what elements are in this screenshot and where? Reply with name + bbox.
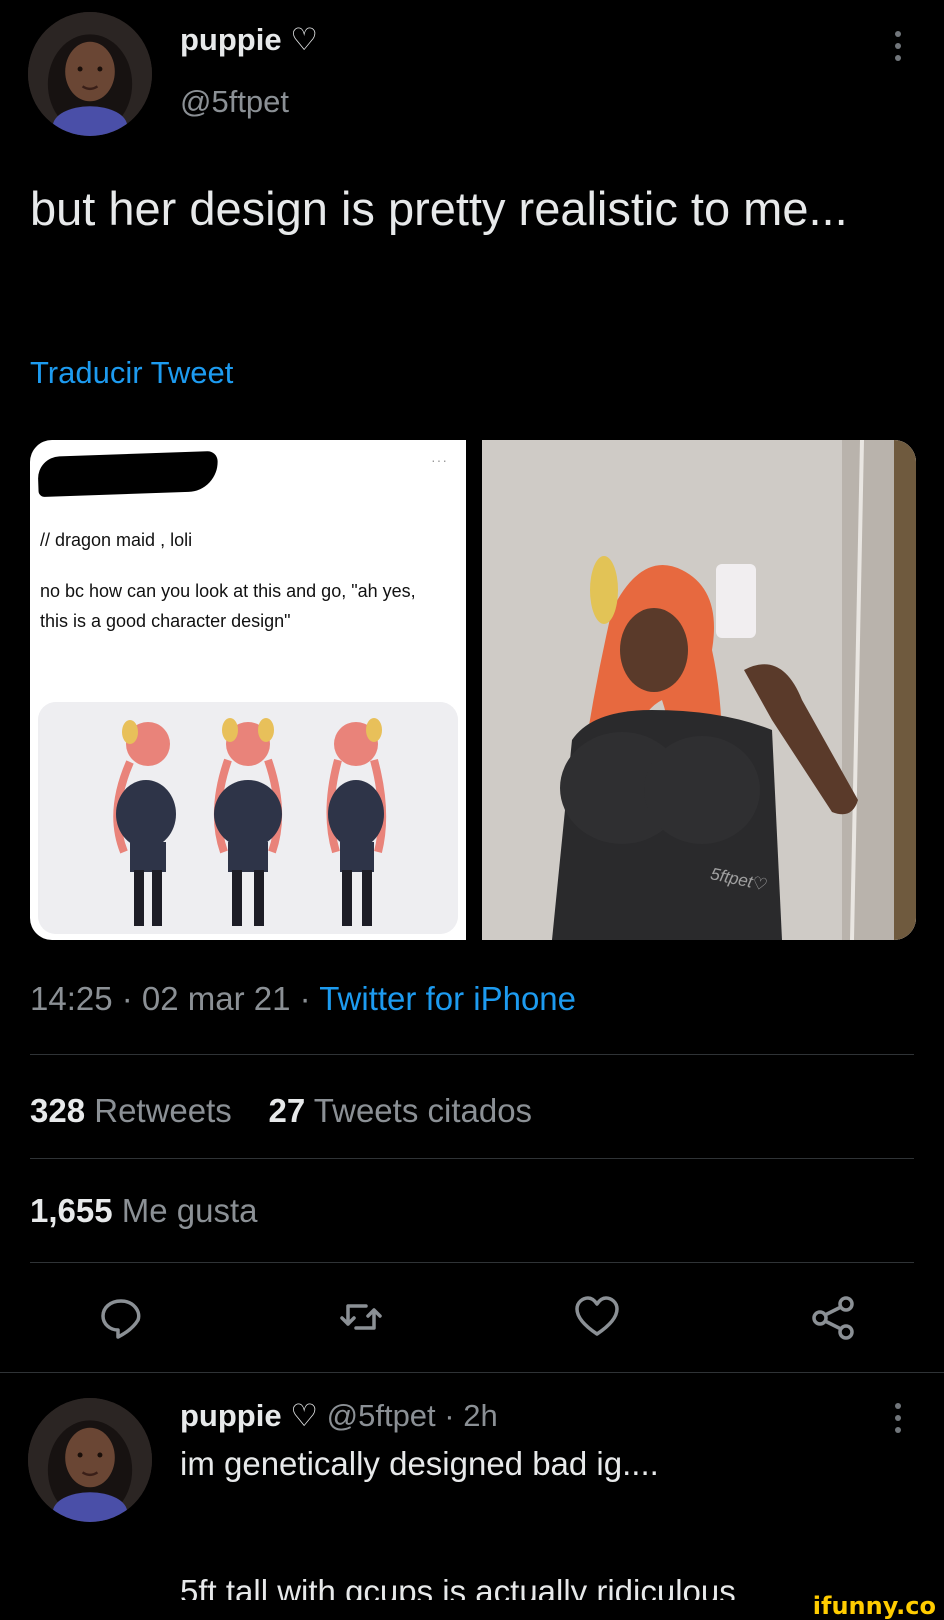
- tweet-text: but her design is pretty realistic to me…: [30, 182, 848, 235]
- reply-text-line-1: im genetically designed bad ig....: [180, 1445, 659, 1482]
- translate-tweet-link[interactable]: Traducir Tweet: [30, 355, 233, 391]
- tweet-source-link[interactable]: Twitter for iPhone: [319, 980, 576, 1017]
- reply-icon[interactable]: [96, 1292, 146, 1342]
- reply-handle-time: @5ftpet · 2h: [318, 1398, 498, 1433]
- tweet-author-avatar[interactable]: [28, 12, 152, 136]
- likes-count: 1,655: [30, 1192, 113, 1229]
- like-icon[interactable]: [572, 1292, 622, 1342]
- tweet-author-handle[interactable]: @5ftpet: [180, 84, 289, 120]
- divider: [30, 1158, 914, 1159]
- ifunny-watermark: ifunny.co: [812, 1592, 936, 1620]
- divider: [30, 1054, 914, 1055]
- tweet-timestamp: 14:25 · 02 mar 21 · Twitter for iPhone: [30, 980, 576, 1018]
- retweet-icon[interactable]: [336, 1292, 386, 1342]
- likes-label: Me gusta: [121, 1192, 258, 1229]
- share-icon[interactable]: [808, 1292, 858, 1342]
- tweet-time-date: 14:25 · 02 mar 21 ·: [30, 980, 320, 1017]
- more-options-icon[interactable]: [888, 28, 908, 64]
- retweet-stats[interactable]: 328 Retweets 27 Tweets citados: [30, 1092, 532, 1130]
- screenshot-body-text: no bc how can you look at this and go, "…: [40, 581, 416, 631]
- retweets-count: 328: [30, 1092, 86, 1129]
- divider: [0, 1372, 944, 1373]
- retweets-label: Retweets: [94, 1092, 232, 1129]
- watermark-bar: [0, 1600, 944, 1620]
- reply-author-header[interactable]: puppie ♡ @5ftpet · 2h: [180, 1398, 498, 1434]
- reply-author-name[interactable]: puppie ♡: [180, 1398, 318, 1433]
- divider: [30, 1262, 914, 1263]
- screenshot-tags: // dragon maid , loli: [40, 530, 193, 550]
- tweet-media-screenshot[interactable]: ··· // dragon maid , loli no bc how can …: [30, 440, 466, 940]
- character-reference-art: [38, 702, 458, 934]
- like-stats[interactable]: 1,655 Me gusta: [30, 1192, 258, 1230]
- screenshot-menu-icon: ···: [431, 452, 448, 468]
- reply-more-options-icon[interactable]: [888, 1400, 908, 1436]
- quotes-count: 27: [268, 1092, 306, 1129]
- tweet-media-photo[interactable]: 5ftpet♡: [482, 440, 916, 940]
- tweet-author-name[interactable]: puppie ♡: [180, 22, 318, 58]
- reply-author-avatar[interactable]: [28, 1398, 152, 1522]
- quotes-label: Tweets citados: [313, 1092, 533, 1129]
- redacted-username: [37, 450, 219, 498]
